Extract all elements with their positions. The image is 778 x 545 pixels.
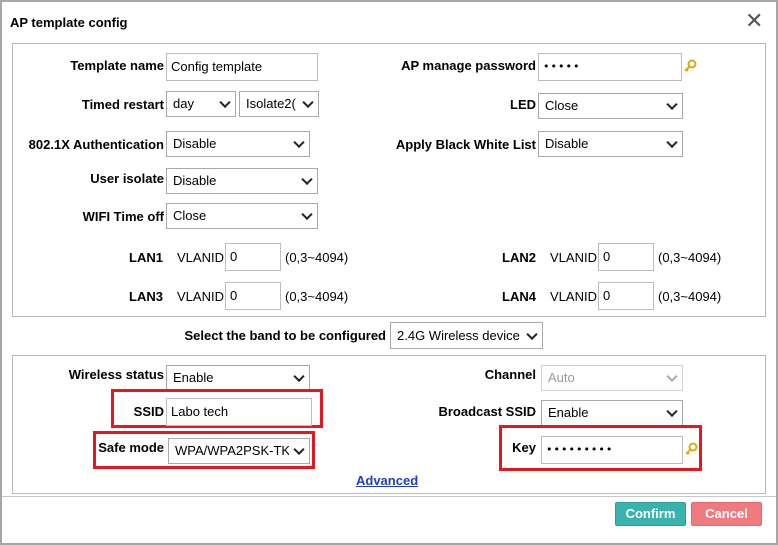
ssid-input[interactable]: Labo tech xyxy=(166,398,312,426)
wifi-timeoff-label: WIFI Time off xyxy=(82,209,164,224)
chevron-down-icon xyxy=(293,443,305,456)
lan3-vlanid-input[interactable]: 0 xyxy=(225,282,281,310)
lan4-vlanid-input[interactable]: 0 xyxy=(598,282,654,310)
cancel-button[interactable]: Cancel xyxy=(691,502,762,526)
wifi-timeoff-select[interactable]: Close xyxy=(166,203,318,229)
timed-restart-mode-select[interactable]: Isolate2( xyxy=(239,91,319,117)
advanced-link[interactable]: Advanced xyxy=(356,473,418,488)
key-icon[interactable] xyxy=(683,59,697,73)
confirm-button[interactable]: Confirm xyxy=(615,502,686,526)
lan4-vlanid-label: VLANID xyxy=(550,289,597,304)
close-icon[interactable]: ✕ xyxy=(745,10,763,32)
lan1-vlanid-label: VLANID xyxy=(177,250,224,265)
wireless-status-select[interactable]: Enable xyxy=(166,365,310,391)
lan3-range-hint: (0,3~4094) xyxy=(285,289,349,304)
lan1-vlanid-input[interactable]: 0 xyxy=(225,243,281,271)
timed-restart-label: Timed restart xyxy=(81,97,164,112)
chevron-down-icon xyxy=(293,370,305,383)
user-isolate-label: User isolate xyxy=(90,171,164,186)
bwlist-label: Apply Black White List xyxy=(395,137,536,152)
chevron-down-icon xyxy=(526,328,538,340)
auth-label: 802.1X Authentication xyxy=(28,137,164,152)
band-label: Select the band to be configured xyxy=(184,328,386,343)
band-select[interactable]: 2.4G Wireless device xyxy=(390,322,543,349)
chevron-down-icon xyxy=(219,96,231,109)
safe-mode-value: WPA/WPA2PSK-TK xyxy=(175,443,289,458)
broadcast-ssid-label: Broadcast SSID xyxy=(438,404,536,419)
timed-restart-mode-value: Isolate2( xyxy=(246,96,296,111)
chevron-down-icon xyxy=(666,98,678,111)
lan2-vlanid-input[interactable]: 0 xyxy=(598,243,654,271)
user-isolate-value: Disable xyxy=(173,173,217,188)
lan1-label: LAN1 xyxy=(129,250,163,265)
key-input[interactable]: ••••••••• xyxy=(541,436,683,464)
safe-mode-label: Safe mode xyxy=(98,440,164,455)
footer-divider xyxy=(2,496,776,497)
dialog-titlebar: AP template config ✕ xyxy=(2,2,776,42)
bwlist-select[interactable]: Disable xyxy=(538,131,683,157)
template-name-input[interactable]: Config template xyxy=(166,53,318,81)
key-icon[interactable] xyxy=(684,442,698,456)
chevron-down-icon xyxy=(301,173,313,186)
wireless-status-value: Enable xyxy=(173,370,214,385)
chevron-down-icon xyxy=(666,370,678,383)
bwlist-value: Disable xyxy=(545,136,589,151)
band-value: 2.4G Wireless device xyxy=(397,328,520,343)
template-name-label: Template name xyxy=(70,58,164,73)
lan4-label: LAN4 xyxy=(502,289,536,304)
broadcast-ssid-value: Enable xyxy=(548,405,589,420)
dialog: AP template config ✕ Template name Confi… xyxy=(0,0,778,545)
lan2-range-hint: (0,3~4094) xyxy=(658,250,722,265)
wifi-timeoff-value: Close xyxy=(173,208,207,223)
ssid-label: SSID xyxy=(133,404,164,419)
user-isolate-select[interactable]: Disable xyxy=(166,168,318,194)
auth-select[interactable]: Disable xyxy=(166,131,310,157)
lan3-vlanid-label: VLANID xyxy=(177,289,224,304)
chevron-down-icon xyxy=(302,96,314,109)
key-label: Key xyxy=(512,440,536,455)
led-value: Close xyxy=(545,98,579,113)
led-select[interactable]: Close xyxy=(538,93,683,119)
chevron-down-icon xyxy=(293,136,305,149)
safe-mode-select[interactable]: WPA/WPA2PSK-TK xyxy=(168,438,310,464)
channel-select[interactable]: Auto xyxy=(541,365,683,391)
broadcast-ssid-select[interactable]: Enable xyxy=(541,400,683,426)
lan1-range-hint: (0,3~4094) xyxy=(285,250,349,265)
timed-restart-period-select[interactable]: day xyxy=(166,91,236,117)
dialog-title: AP template config xyxy=(10,15,128,30)
chevron-down-icon xyxy=(666,136,678,149)
auth-value: Disable xyxy=(173,136,217,151)
lan2-vlanid-label: VLANID xyxy=(550,250,597,265)
channel-label: Channel xyxy=(484,367,536,382)
timed-restart-period-value: day xyxy=(173,96,194,111)
lan3-label: LAN3 xyxy=(129,289,163,304)
wireless-status-label: Wireless status xyxy=(68,367,164,382)
ap-password-input[interactable]: ••••• xyxy=(538,53,682,81)
chevron-down-icon xyxy=(666,405,678,418)
lan4-range-hint: (0,3~4094) xyxy=(658,289,722,304)
ap-password-label: AP manage password xyxy=(401,58,536,73)
channel-value: Auto xyxy=(548,370,575,385)
lan2-label: LAN2 xyxy=(502,250,536,265)
chevron-down-icon xyxy=(301,208,313,221)
led-label: LED xyxy=(510,97,536,112)
